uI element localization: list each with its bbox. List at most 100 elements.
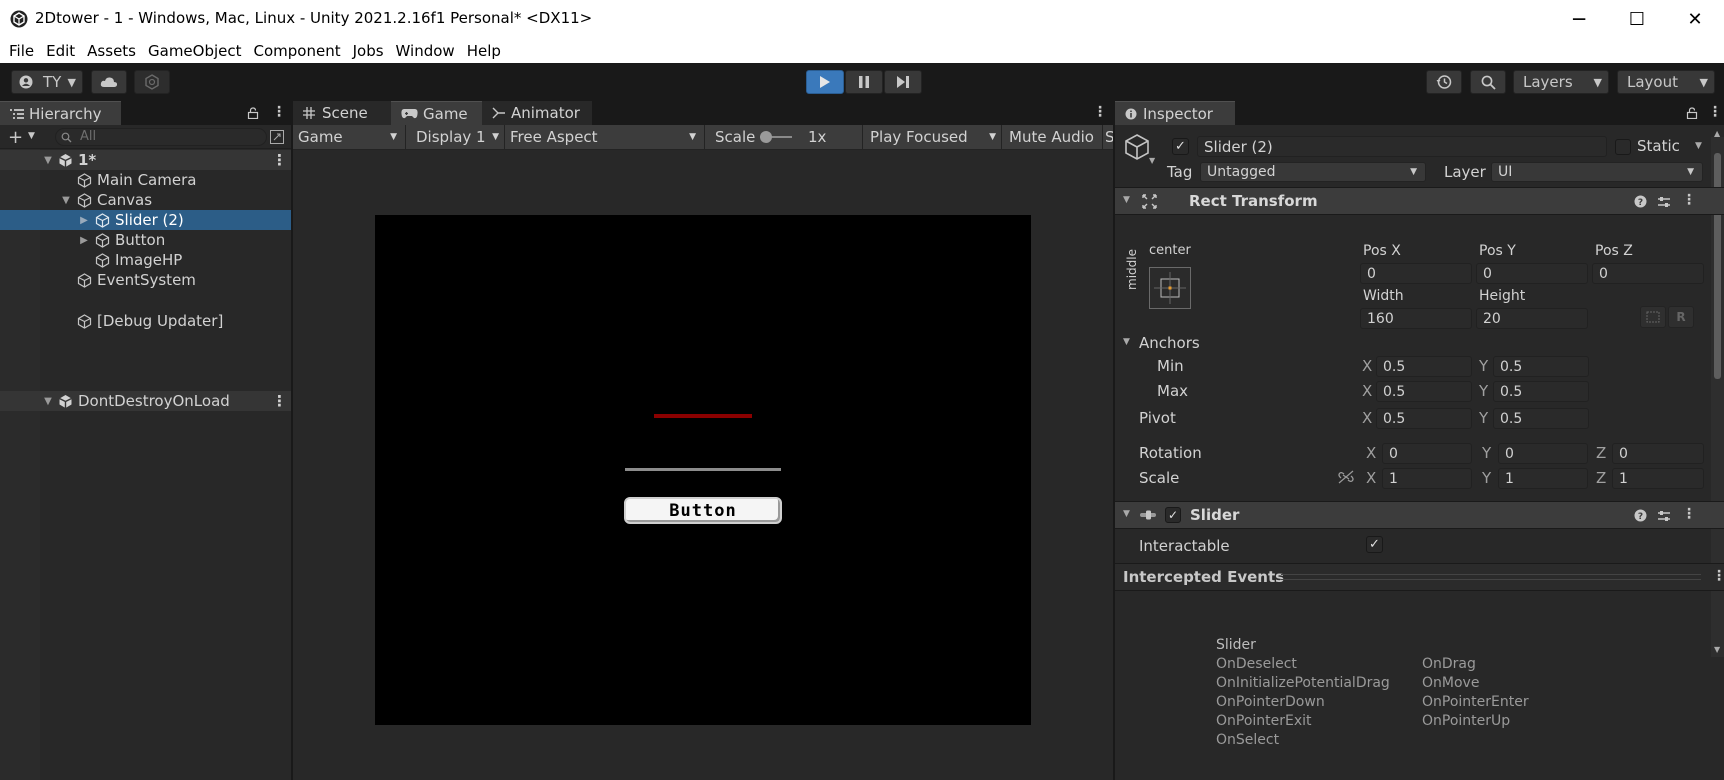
play-focus-dropdown[interactable]: Play Focused ▼ xyxy=(863,125,1002,149)
anchor-min-y-field[interactable]: 0.5 xyxy=(1493,356,1589,377)
lock-icon[interactable] xyxy=(247,107,259,119)
tab-scene[interactable]: Scene xyxy=(293,101,391,125)
expand-arrow-icon[interactable]: ▼ xyxy=(41,155,55,166)
hierarchy-menu-icon[interactable]: ⋮ xyxy=(272,104,286,120)
pos-y-field[interactable]: 0 xyxy=(1476,263,1588,284)
collapse-arrow-icon[interactable]: ▶ xyxy=(77,235,91,246)
menu-assets[interactable]: Assets xyxy=(81,42,142,60)
account-dropdown[interactable]: TY ▼ xyxy=(11,70,83,94)
component-menu-icon[interactable]: ⋮ xyxy=(1682,506,1696,522)
lock-icon[interactable] xyxy=(1686,107,1698,119)
minimize-button[interactable]: ─ xyxy=(1550,0,1608,38)
height-field[interactable]: 20 xyxy=(1476,308,1588,329)
chevron-down-icon[interactable]: ▼ xyxy=(28,131,35,141)
interactable-checkbox[interactable]: ✓ xyxy=(1366,536,1383,553)
blueprint-mode-button[interactable] xyxy=(1640,306,1666,328)
collapse-arrow-icon[interactable]: ▶ xyxy=(77,215,91,226)
expand-arrow-icon[interactable]: ▼ xyxy=(59,195,73,206)
search-type-icon[interactable] xyxy=(270,130,284,144)
layout-dropdown[interactable]: Layout ▼ xyxy=(1617,70,1715,94)
cloud-button[interactable] xyxy=(91,70,127,94)
scene-menu-icon[interactable]: ⋮ xyxy=(272,151,287,169)
game-render-area[interactable]: Button xyxy=(375,215,1031,725)
expand-arrow-icon[interactable]: ▼ xyxy=(41,396,55,407)
scroll-up-icon[interactable]: ▲ xyxy=(1714,129,1720,138)
hierarchy-search-input[interactable]: All xyxy=(55,128,267,146)
tab-animator[interactable]: Animator xyxy=(482,101,592,125)
maximize-button[interactable]: ☐ xyxy=(1608,0,1666,38)
layer-dropdown[interactable]: UI ▼ xyxy=(1491,162,1703,182)
layers-dropdown[interactable]: Layers ▼ xyxy=(1513,70,1609,94)
menu-file[interactable]: File xyxy=(3,42,40,60)
hierarchy-item-imagehp[interactable]: ImageHP xyxy=(0,250,291,270)
scale-z-field[interactable]: 1 xyxy=(1612,468,1704,489)
slider-enabled-checkbox[interactable]: ✓ xyxy=(1165,507,1181,523)
aspect-dropdown[interactable]: Free Aspect ▼ xyxy=(505,125,705,149)
stats-toggle-truncated[interactable]: S xyxy=(1103,125,1113,149)
menu-window[interactable]: Window xyxy=(390,42,461,60)
hierarchy-item-debug-updater[interactable]: [Debug Updater] xyxy=(0,311,291,331)
expand-arrow-icon[interactable]: ▼ xyxy=(1123,337,1130,347)
raw-edit-mode-button[interactable]: R xyxy=(1668,306,1694,328)
menu-jobs[interactable]: Jobs xyxy=(347,42,390,60)
scale-slider-thumb[interactable] xyxy=(760,131,772,143)
constrain-proportions-link-icon[interactable] xyxy=(1338,470,1354,484)
panel-menu-icon[interactable]: ⋮ xyxy=(1712,568,1724,584)
tab-inspector[interactable]: Inspector xyxy=(1115,101,1235,125)
close-button[interactable]: ✕ xyxy=(1666,0,1724,38)
rect-transform-header[interactable]: ▼ Rect Transform ? ⋮ xyxy=(1115,187,1724,215)
object-name-field[interactable]: Slider (2) xyxy=(1197,136,1607,157)
scale-y-field[interactable]: 1 xyxy=(1498,468,1588,489)
undo-history-button[interactable] xyxy=(1426,70,1462,94)
collab-button[interactable] xyxy=(134,70,170,94)
game-button[interactable]: Button xyxy=(624,497,782,524)
hierarchy-item-main-camera[interactable]: Main Camera xyxy=(0,170,291,190)
hierarchy-item-button[interactable]: ▶ Button xyxy=(0,230,291,250)
preset-icon[interactable] xyxy=(1657,195,1671,209)
slider-component-header[interactable]: ▼ ✓ Slider ? ⋮ xyxy=(1115,501,1724,529)
search-button[interactable] xyxy=(1470,70,1506,94)
active-checkbox[interactable]: ✓ xyxy=(1172,138,1189,155)
slider-track[interactable] xyxy=(625,468,781,471)
anchor-presets-button[interactable] xyxy=(1149,267,1191,309)
scene-row-dontdestroyonload[interactable]: ▼ DontDestroyOnLoad ⋮ xyxy=(0,391,291,411)
pos-x-field[interactable]: 0 xyxy=(1360,263,1472,284)
hierarchy-item-canvas[interactable]: ▼ Canvas xyxy=(0,190,291,210)
scroll-down-icon[interactable]: ▼ xyxy=(1714,645,1720,654)
rotation-y-field[interactable]: 0 xyxy=(1498,443,1588,464)
tag-dropdown[interactable]: Untagged ▼ xyxy=(1200,162,1426,182)
mute-audio-toggle[interactable]: Mute Audio xyxy=(1002,125,1103,149)
scene-menu-icon[interactable]: ⋮ xyxy=(272,392,287,410)
width-field[interactable]: 160 xyxy=(1360,308,1472,329)
play-button[interactable] xyxy=(806,70,844,94)
expand-arrow-icon[interactable]: ▼ xyxy=(1123,509,1130,519)
static-checkbox[interactable] xyxy=(1615,139,1631,155)
anchor-max-y-field[interactable]: 0.5 xyxy=(1493,381,1589,402)
display-dropdown[interactable]: Display 1 ▼ xyxy=(406,125,505,149)
scale-x-field[interactable]: 1 xyxy=(1382,468,1472,489)
help-icon[interactable]: ? xyxy=(1634,509,1647,522)
icon-dropdown-icon[interactable]: ▼ xyxy=(1149,156,1155,165)
anchor-max-x-field[interactable]: 0.5 xyxy=(1376,381,1472,402)
pivot-y-field[interactable]: 0.5 xyxy=(1493,408,1589,429)
static-dropdown-icon[interactable]: ▼ xyxy=(1695,141,1702,151)
help-icon[interactable]: ? xyxy=(1634,195,1647,208)
pivot-x-field[interactable]: 0.5 xyxy=(1376,408,1472,429)
menu-edit[interactable]: Edit xyxy=(40,42,81,60)
menu-gameobject[interactable]: GameObject xyxy=(142,42,248,60)
menu-help[interactable]: Help xyxy=(461,42,507,60)
hierarchy-item-eventsystem[interactable]: EventSystem xyxy=(0,270,291,290)
inspector-menu-icon[interactable]: ⋮ xyxy=(1708,104,1722,120)
expand-arrow-icon[interactable]: ▼ xyxy=(1123,195,1130,205)
tab-game[interactable]: Game xyxy=(391,101,482,125)
rotation-z-field[interactable]: 0 xyxy=(1612,443,1704,464)
pos-z-field[interactable]: 0 xyxy=(1592,263,1704,284)
tab-hierarchy[interactable]: Hierarchy xyxy=(0,101,121,125)
component-menu-icon[interactable]: ⋮ xyxy=(1682,192,1696,208)
menu-component[interactable]: Component xyxy=(248,42,347,60)
scene-row-1[interactable]: ▼ 1* ⋮ xyxy=(0,150,291,170)
game-mode-dropdown[interactable]: Game ▼ xyxy=(293,125,406,149)
pause-button[interactable] xyxy=(845,70,883,94)
rotation-x-field[interactable]: 0 xyxy=(1382,443,1472,464)
game-view-menu-icon[interactable]: ⋮ xyxy=(1093,104,1107,120)
